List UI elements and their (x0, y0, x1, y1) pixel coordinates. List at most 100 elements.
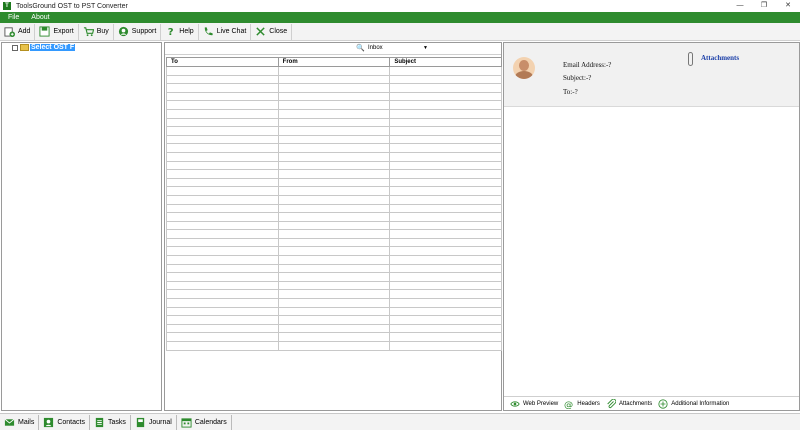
table-row[interactable] (166, 134, 502, 145)
close-icon (256, 27, 265, 36)
table-row[interactable] (166, 255, 502, 265)
live-chat-button[interactable]: Live Chat (199, 23, 252, 40)
minimize-button[interactable]: — (728, 0, 752, 12)
table-row[interactable] (166, 177, 502, 188)
table-cell (166, 126, 279, 136)
table-row[interactable] (166, 298, 502, 308)
export-button[interactable]: Export (35, 23, 79, 40)
table-row[interactable] (166, 306, 502, 317)
table-row[interactable] (166, 280, 502, 291)
table-cell (166, 280, 279, 291)
app-logo-icon: T (3, 2, 11, 10)
tab-headers[interactable]: @ Headers (564, 399, 600, 409)
tab-contacts[interactable]: Contacts (39, 414, 90, 430)
journal-icon (136, 417, 145, 427)
table-row[interactable] (166, 83, 502, 93)
table-cell (277, 117, 391, 128)
preview-panel: Email Address:-? Subject:-? To:-? Attach… (503, 42, 800, 411)
table-row[interactable] (166, 246, 502, 257)
table-cell (166, 100, 279, 110)
table-cell (166, 332, 279, 342)
tab-headers-label: Headers (577, 400, 600, 407)
table-row[interactable] (166, 108, 502, 119)
table-row[interactable] (166, 323, 502, 334)
table-cell (389, 177, 502, 188)
mail-list-panel: 🔍 Inbox ▼ To From Subject (164, 42, 502, 411)
tree-checkbox[interactable] (12, 44, 18, 51)
table-cell (277, 255, 391, 265)
help-button[interactable]: ? Help (161, 23, 199, 40)
table-cell (277, 246, 391, 257)
title-bar: T ToolsGround OST to PST Converter — ❐ ✕ (0, 0, 800, 12)
support-button[interactable]: Support (114, 23, 162, 40)
table-row[interactable] (166, 289, 502, 300)
tree-root-item[interactable]: Select OST F (12, 44, 76, 51)
tab-additional-information[interactable]: Additional Information (658, 398, 730, 409)
tab-web-preview[interactable]: Web Preview (510, 399, 558, 409)
tab-additional-information-label: Additional Information (671, 400, 730, 407)
table-row[interactable] (166, 315, 502, 325)
table-row[interactable] (166, 272, 502, 282)
table-row[interactable] (166, 263, 502, 274)
table-cell (277, 91, 391, 102)
table-cell (166, 91, 279, 102)
tab-tasks[interactable]: Tasks (90, 414, 131, 430)
table-cell (166, 289, 279, 300)
tab-attachments[interactable]: Attachments (606, 398, 652, 409)
search-icon[interactable]: 🔍 (356, 44, 365, 52)
column-header-from[interactable]: From (277, 57, 391, 67)
table-row[interactable] (166, 194, 502, 205)
restore-button[interactable]: ❐ (752, 0, 776, 12)
add-button[interactable]: Add (0, 23, 36, 40)
tab-mails[interactable]: Mails (0, 414, 40, 430)
table-row[interactable] (166, 91, 502, 102)
eye-icon (510, 400, 520, 407)
cart-icon (83, 27, 94, 37)
table-row[interactable] (166, 66, 502, 76)
paperclip-icon (688, 52, 693, 66)
mail-table: To From Subject (166, 57, 502, 351)
table-cell (389, 203, 502, 214)
table-row[interactable] (166, 126, 502, 136)
attachments-link[interactable]: Attachments (701, 54, 739, 62)
folder-dropdown[interactable]: Inbox ▼ (368, 44, 428, 53)
table-row[interactable] (166, 117, 502, 128)
close-window-button[interactable]: ✕ (776, 0, 800, 12)
table-cell (166, 298, 279, 308)
tab-journal[interactable]: Journal (131, 414, 177, 430)
table-row[interactable] (166, 203, 502, 214)
buy-button[interactable]: Buy (79, 23, 114, 40)
table-row[interactable] (166, 186, 502, 196)
table-cell (277, 315, 391, 325)
table-cell (277, 280, 391, 291)
paperclip-icon (607, 398, 616, 408)
table-row[interactable] (166, 212, 502, 222)
column-header-subject[interactable]: Subject (389, 57, 502, 67)
table-cell (166, 306, 279, 317)
table-row[interactable] (166, 160, 502, 171)
tab-journal-label: Journal (148, 418, 172, 426)
tab-calendars[interactable]: Calendars (177, 414, 232, 430)
table-row[interactable] (166, 332, 502, 342)
table-cell (389, 220, 502, 231)
table-row[interactable] (166, 341, 502, 351)
table-row[interactable] (166, 74, 502, 85)
table-cell (277, 151, 391, 162)
table-cell (277, 108, 391, 119)
table-row[interactable] (166, 151, 502, 162)
tree-root-label[interactable]: Select OST F (30, 44, 76, 51)
table-row[interactable] (166, 220, 502, 231)
menu-about[interactable]: About (31, 14, 49, 21)
table-row[interactable] (166, 100, 502, 110)
menu-file[interactable]: File (8, 14, 19, 21)
table-cell (389, 323, 502, 334)
table-row[interactable] (166, 237, 502, 248)
mail-table-body (166, 66, 502, 351)
column-header-to[interactable]: To (166, 57, 279, 67)
table-row[interactable] (166, 169, 502, 179)
table-row[interactable] (166, 229, 502, 239)
to-field: To:-? (563, 88, 578, 96)
table-row[interactable] (166, 143, 502, 153)
close-button[interactable]: Close (251, 23, 293, 40)
menu-bar: File About (0, 12, 800, 23)
